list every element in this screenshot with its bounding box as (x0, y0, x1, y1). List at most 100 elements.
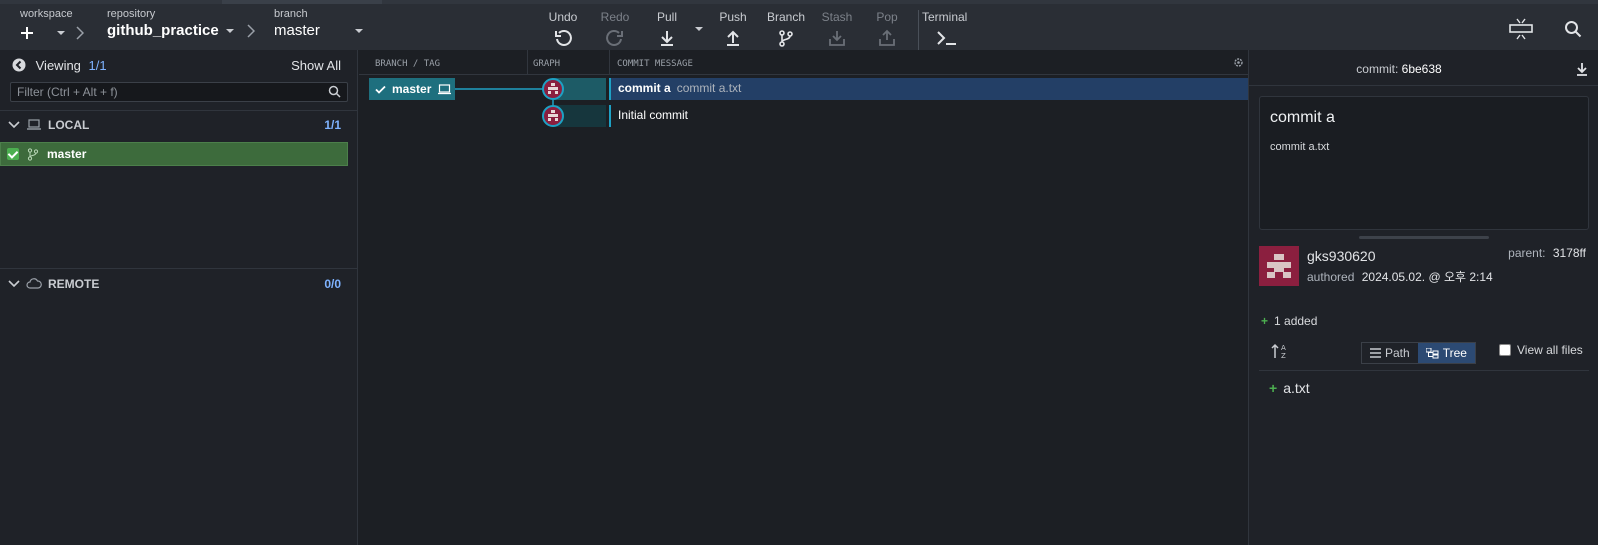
pop-label: Pop (876, 10, 898, 24)
section-divider (0, 110, 358, 111)
branch-label: branch (274, 8, 308, 20)
stash-label: Stash (821, 10, 853, 24)
parent-sha[interactable]: 3178ff (1553, 246, 1586, 260)
commit-summary: commit a (618, 81, 671, 95)
caret-down-icon[interactable] (56, 30, 66, 36)
download-icon[interactable] (1575, 62, 1589, 76)
commit-message[interactable]: commit a commit a.txt (618, 81, 741, 95)
viewing-count: 1/1 (88, 58, 107, 73)
commit-title: commit a (1270, 109, 1335, 126)
local-section-header[interactable]: LOCAL (8, 118, 89, 132)
branch-button[interactable]: Branch (761, 10, 811, 47)
commit-message-box[interactable]: commit a commit a.txt (1259, 96, 1589, 230)
redo-icon (606, 30, 623, 46)
tree-view-button[interactable]: Tree (1417, 343, 1475, 363)
sidebar-branch-master[interactable]: master (0, 142, 348, 166)
filter-input[interactable]: Filter (Ctrl + Alt + f) (10, 82, 348, 102)
pop-button[interactable]: Pop (862, 10, 912, 47)
cloud-icon (26, 278, 42, 289)
files-divider (1259, 370, 1589, 371)
branch-visible-checkbox[interactable] (7, 148, 19, 160)
undo-button[interactable]: Undo (538, 10, 588, 47)
repository-group[interactable]: repository github_practice (107, 8, 255, 39)
search-icon[interactable] (1564, 20, 1582, 38)
layout-toggle-icon[interactable] (1508, 18, 1534, 40)
path-view-button[interactable]: Path (1362, 343, 1418, 363)
plus-icon[interactable] (20, 26, 34, 40)
redo-button[interactable]: Redo (590, 10, 640, 47)
terminal-label: Terminal (922, 10, 968, 24)
commit-body: commit a.txt (1270, 141, 1330, 153)
column-header-commit-message[interactable]: COMMIT MESSAGE (617, 50, 693, 74)
caret-down-icon[interactable] (225, 28, 235, 34)
terminal-button[interactable]: Terminal (922, 10, 978, 47)
terminal-icon (937, 31, 956, 45)
view-all-files-toggle[interactable]: View all files (1499, 343, 1583, 357)
remote-count: 0/0 (324, 277, 341, 291)
undo-label: Undo (548, 10, 578, 24)
changes-summary: +1 added (1261, 314, 1317, 328)
file-item[interactable]: + a.txt (1269, 380, 1310, 396)
tab-accent (222, 0, 382, 4)
branch-icon (779, 30, 793, 47)
tree-icon (1425, 347, 1439, 358)
toolbar-divider (918, 10, 919, 50)
authored-date: 2024.05.02. @ 오후 2:14 (1361, 270, 1493, 284)
chevron-right-icon (247, 23, 255, 38)
repository-label: repository (107, 8, 156, 20)
view-all-files-checkbox[interactable] (1499, 344, 1511, 356)
undo-icon (555, 30, 572, 46)
branch-label: Branch (766, 10, 806, 24)
section-divider (1249, 85, 1598, 86)
commit-description: commit a.txt (676, 81, 742, 95)
commit-node-avatar[interactable] (542, 105, 564, 127)
pull-options-caret-icon[interactable] (694, 26, 704, 32)
branch-name[interactable]: master (274, 22, 320, 39)
collapse-left-icon[interactable] (12, 58, 26, 72)
file-view-toggle: Path Tree (1361, 342, 1476, 364)
svg-text:Z: Z (1281, 352, 1286, 360)
branch-group[interactable]: branch master (274, 8, 364, 39)
path-label: Path (1385, 346, 1410, 360)
pull-button[interactable]: Pull (642, 10, 692, 47)
authored-info: authored 2024.05.02. @ 오후 2:14 (1307, 268, 1493, 285)
repository-name[interactable]: github_practice (107, 22, 219, 39)
show-all-button[interactable]: Show All (291, 58, 341, 73)
workspace-group[interactable]: workspace (20, 8, 84, 40)
left-sidebar: Viewing 1/1 Show All Filter (Ctrl + Alt … (0, 50, 358, 545)
pull-down-icon (661, 31, 673, 46)
stash-button[interactable]: Stash (812, 10, 862, 47)
author-name: gks930620 (1307, 248, 1376, 264)
chevron-right-icon (76, 26, 84, 40)
section-divider (0, 268, 358, 269)
viewing-indicator: Viewing 1/1 (12, 58, 107, 73)
commit-node-avatar[interactable] (542, 78, 564, 100)
commit-message[interactable]: Initial commit (618, 108, 688, 122)
pull-label: Pull (656, 10, 677, 24)
sort-icon[interactable]: AZ (1271, 342, 1289, 360)
remote-section-header[interactable]: REMOTE (8, 277, 99, 291)
chevron-down-icon (8, 121, 20, 129)
parent-label: parent: (1508, 246, 1546, 260)
parent-info: parent: 3178ff (1508, 246, 1586, 260)
search-icon (328, 85, 341, 98)
branch-icon (27, 147, 39, 161)
viewing-label: Viewing (35, 58, 81, 73)
gear-icon[interactable] (1233, 57, 1244, 68)
svg-text:A: A (1281, 344, 1286, 352)
commit-sha-header: commit: 6be638 (1249, 62, 1549, 76)
pop-icon (879, 29, 895, 46)
commit-row-marker (609, 78, 611, 100)
push-button[interactable]: Push (708, 10, 758, 47)
added-icon: + (1269, 380, 1278, 396)
resize-handle[interactable] (1359, 236, 1489, 239)
caret-down-icon[interactable] (354, 28, 364, 34)
local-label: LOCAL (48, 118, 90, 132)
plus-icon: + (1261, 314, 1269, 328)
push-label: Push (719, 10, 747, 24)
laptop-icon (27, 119, 41, 130)
view-all-files-label: View all files (1517, 343, 1583, 357)
chevron-down-icon (8, 280, 20, 288)
file-name: a.txt (1283, 380, 1310, 396)
commit-sha[interactable]: 6be638 (1402, 62, 1442, 76)
